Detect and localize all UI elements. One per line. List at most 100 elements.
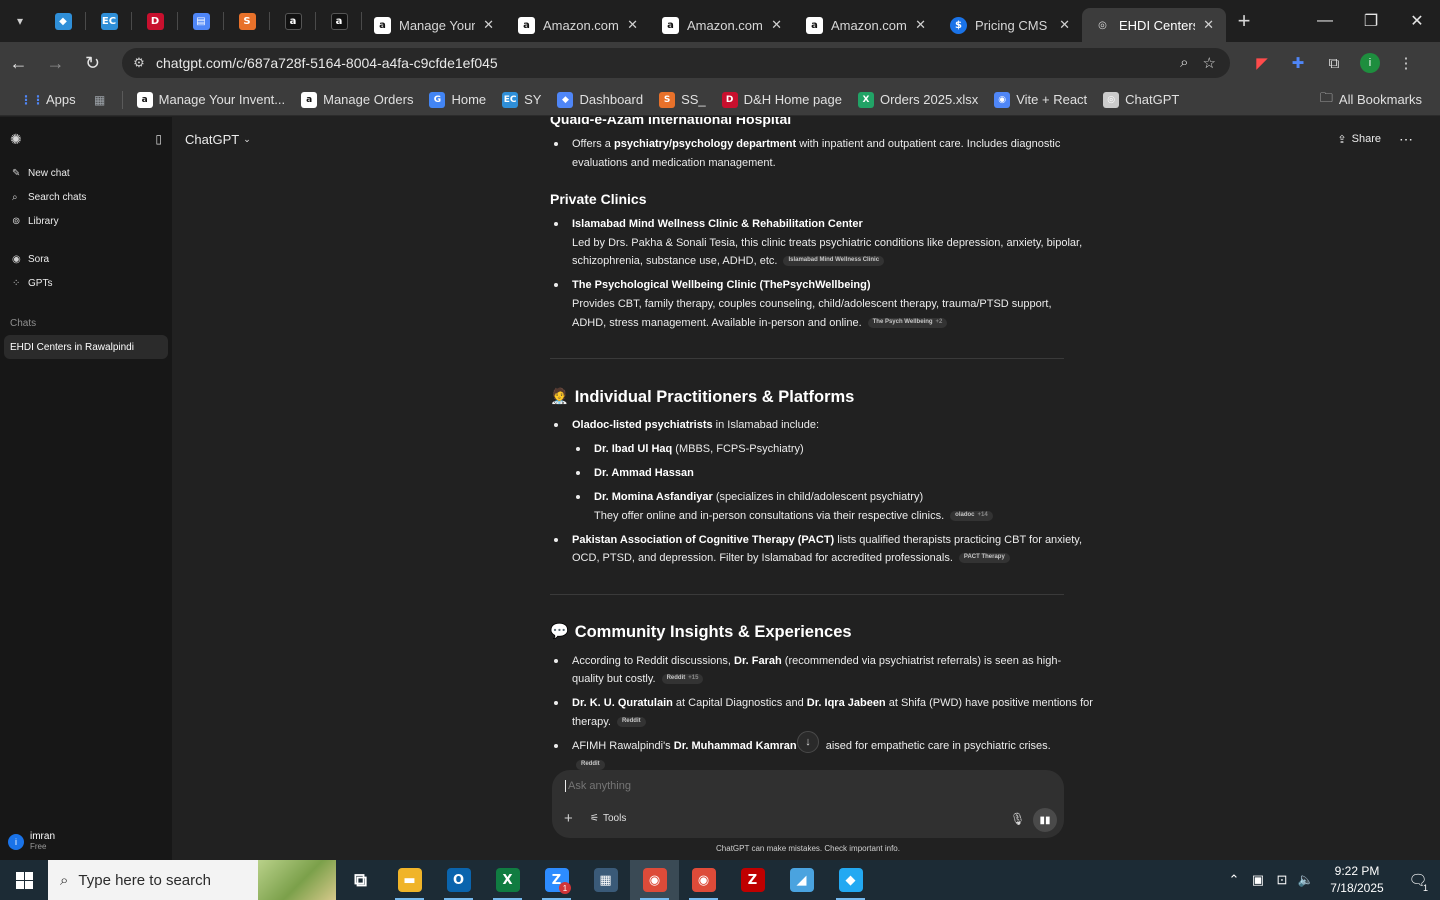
taskbar-app[interactable]: ◆	[826, 860, 875, 900]
browser-tab[interactable]: a Amazon.com ✕	[506, 8, 650, 42]
pinned-tab[interactable]: ◆	[40, 0, 86, 42]
bookmark-item[interactable]: ◎ ChatGPT	[1095, 86, 1187, 114]
share-button[interactable]: ⇪ Share	[1337, 133, 1381, 146]
taskbar-app[interactable]: ◉	[630, 860, 679, 900]
zoom-icon[interactable]: ⌕	[1180, 54, 1188, 72]
network-monitor-icon[interactable]: ▣	[1246, 872, 1270, 888]
minimize-button[interactable]: —	[1302, 0, 1348, 42]
forward-button[interactable]: →	[37, 42, 74, 84]
sidebar-item-library[interactable]: ⊚ Library	[0, 209, 172, 233]
network-icon[interactable]: ⊡	[1270, 872, 1294, 888]
close-tab-icon[interactable]: ✕	[1203, 17, 1214, 33]
bookmark-item[interactable]: a Manage Your Invent...	[129, 86, 293, 114]
taskbar-app[interactable]: ◢	[777, 860, 826, 900]
amazon-icon: a	[301, 91, 318, 108]
taskbar-search[interactable]: ⌕ Type here to search	[48, 860, 336, 900]
bookmark-star-icon[interactable]: ☆	[1203, 54, 1216, 72]
microphone-icon[interactable]: 🎙	[1010, 812, 1025, 826]
profile-avatar[interactable]: i	[1360, 53, 1380, 73]
bookmark-item[interactable]: D D&H Home page	[714, 86, 850, 114]
url-text[interactable]: chatgpt.com/c/687a728f-5164-8004-a4fa-c9…	[156, 55, 1180, 71]
scroll-to-bottom-button[interactable]: ↓	[797, 731, 819, 753]
citation-pill[interactable]: oladoc +14	[950, 511, 993, 522]
window-controls: — ❐ ✕	[1302, 0, 1440, 42]
taskbar-app[interactable]: ▬	[385, 860, 434, 900]
close-tab-icon[interactable]: ✕	[483, 17, 494, 33]
pinned-tab[interactable]: a	[270, 0, 316, 42]
browser-tab[interactable]: a Amazon.com ✕	[794, 8, 938, 42]
all-bookmarks-folder[interactable]: 🗀 All Bookmarks	[1312, 86, 1430, 114]
browser-tab[interactable]: ◎ EHDI Centers ✕	[1082, 8, 1226, 42]
extensions-puzzle-icon[interactable]: ⧉	[1316, 42, 1352, 84]
close-tab-icon[interactable]: ✕	[1059, 17, 1070, 33]
address-bar[interactable]: ⚙ chatgpt.com/c/687a728f-5164-8004-a4fa-…	[122, 48, 1230, 78]
back-button[interactable]: ←	[0, 42, 37, 84]
browser-tab[interactable]: $ Pricing CMS ✕	[938, 8, 1082, 42]
attach-plus-button[interactable]: +	[564, 810, 573, 827]
notification-center-button[interactable]: 🗨 1	[1396, 871, 1440, 893]
user-menu[interactable]: i imran Free	[8, 831, 55, 852]
start-button[interactable]	[0, 860, 48, 900]
new-tab-button[interactable]: +	[1226, 0, 1262, 42]
bookmark-item[interactable]: ◉ Vite + React	[986, 86, 1095, 114]
browser-menu-icon[interactable]: ⋮	[1388, 42, 1424, 84]
bookmark-item[interactable]: S SS_	[651, 86, 714, 114]
close-sidebar-icon[interactable]: ▯	[155, 132, 162, 146]
taskbar-app[interactable]: Z1	[532, 860, 581, 900]
taskbar-app[interactable]: ◉	[679, 860, 728, 900]
amazon-icon: a	[518, 16, 535, 34]
citation-pill[interactable]: The Psych Wellbeing +2	[867, 318, 948, 329]
taskbar-app[interactable]: ⧉	[336, 860, 385, 900]
reload-button[interactable]: ↻	[74, 42, 111, 84]
pinned-tab[interactable]: D	[132, 0, 178, 42]
bookmark-item[interactable]: G Home	[421, 86, 494, 114]
openai-logo-icon[interactable]: ✺	[10, 131, 22, 148]
restore-button[interactable]: ❐	[1348, 0, 1394, 42]
bookmark-item[interactable]: ◆ Dashboard	[549, 86, 651, 114]
bookmark-label: Home	[451, 92, 487, 107]
citation-pill[interactable]: Reddit	[576, 760, 605, 771]
citation-pill[interactable]: PACT Therapy	[958, 553, 1010, 564]
bookmark-item[interactable]: ▦	[84, 86, 116, 114]
pinned-tab-amazon-icon: a	[284, 12, 302, 30]
site-info-icon[interactable]: ⚙	[122, 55, 156, 71]
chat-history-item[interactable]: EHDI Centers in Rawalpindi	[4, 335, 168, 359]
sidebar-item-new-chat[interactable]: ✎ New chat	[0, 161, 172, 185]
citation-pill[interactable]: Reddit	[616, 717, 646, 728]
close-tab-icon[interactable]: ✕	[915, 17, 926, 33]
volume-icon[interactable]: 🔈	[1294, 872, 1318, 888]
taskbar-app[interactable]: ▦	[581, 860, 630, 900]
browser-tab[interactable]: a Amazon.com ✕	[650, 8, 794, 42]
tools-button[interactable]: ⚟ Tools	[590, 813, 626, 824]
taskbar-app[interactable]: O	[434, 860, 483, 900]
close-tab-icon[interactable]: ✕	[771, 17, 782, 33]
extension-blue-icon[interactable]: ✚	[1280, 42, 1316, 84]
bookmark-item[interactable]: a Manage Orders	[293, 86, 421, 114]
pinned-tab[interactable]: a	[316, 0, 362, 42]
model-selector[interactable]: ChatGPT ⌄	[185, 132, 251, 147]
pinned-tab[interactable]: S	[224, 0, 270, 42]
citation-pill[interactable]: Reddit +15	[661, 674, 704, 685]
close-tab-icon[interactable]: ✕	[627, 17, 638, 33]
prompt-input[interactable]	[565, 780, 1045, 792]
taskbar-app[interactable]: X	[483, 860, 532, 900]
close-window-button[interactable]: ✕	[1394, 0, 1440, 42]
sidebar-item-gpts[interactable]: ⁘ GPTs	[0, 271, 172, 295]
bookmark-item[interactable]: X Orders 2025.xlsx	[850, 86, 986, 114]
bookmark-item[interactable]: ⋮⋮ Apps	[16, 86, 84, 114]
pinned-tab[interactable]: EC	[86, 0, 132, 42]
more-options-icon[interactable]: ⋯	[1399, 131, 1413, 148]
citation-pill[interactable]: Islamabad Mind Wellness Clinic	[783, 256, 885, 267]
show-hidden-icons-icon[interactable]: ⌃	[1222, 872, 1246, 888]
pinned-tab[interactable]: ▤	[178, 0, 224, 42]
taskbar-app[interactable]: Z	[728, 860, 777, 900]
extension-red-icon[interactable]: ◤	[1244, 42, 1280, 84]
tab-search-button[interactable]: ▾	[0, 0, 40, 42]
browser-tab[interactable]: a Manage Your ✕	[362, 8, 506, 42]
clock[interactable]: 9:22 PM 7/18/2025	[1318, 863, 1396, 897]
sidebar-item-sora[interactable]: ◉ Sora	[0, 247, 172, 271]
voice-mode-button[interactable]: ▮▮	[1033, 808, 1057, 832]
sidebar-item-search-chats[interactable]: ⌕ Search chats	[0, 185, 172, 209]
bookmark-item[interactable]: EC SY	[494, 86, 549, 114]
ss-icon: S	[659, 91, 676, 108]
